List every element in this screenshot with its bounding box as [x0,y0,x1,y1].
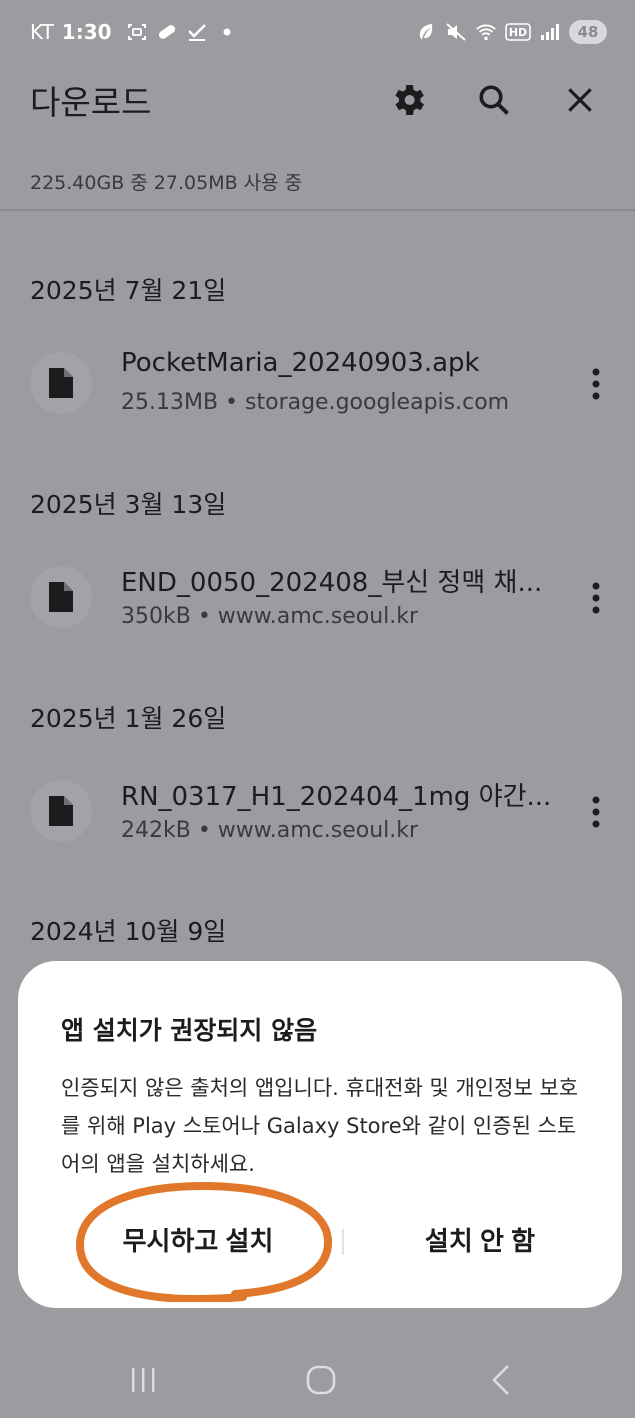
file-name: END_0050_202408_부신 정맥 채... [121,568,543,598]
app-bar: 다운로드 [0,64,635,136]
file-meta: 350kB • www.amc.seoul.kr [121,604,419,629]
carrier-label: KT [30,20,54,44]
list-item[interactable]: PocketMaria_20240903.apk 25.13MB • stora… [0,340,635,430]
date-header: 2025년 3월 13일 [30,490,227,519]
file-icon [30,780,92,842]
dialog-title: 앱 설치가 권장되지 않음 [61,1016,318,1045]
more-options-button[interactable] [580,572,612,624]
clock: 1:30 [61,20,112,44]
header-divider [0,209,635,211]
annotation-circle [75,1181,333,1302]
date-header: 2024년 10월 9일 [30,917,227,946]
search-icon [479,85,509,115]
file-icon [30,566,92,628]
dot-icon [216,21,238,43]
signal-icon [539,21,561,43]
dont-install-button[interactable]: 설치 안 함 [360,1209,600,1273]
more-options-button[interactable] [580,786,612,838]
recents-button[interactable] [118,1358,168,1402]
more-options-button[interactable] [580,358,612,410]
more-vert-icon [592,796,600,828]
home-icon [306,1365,336,1395]
hd-label: HD [508,25,528,39]
button-divider [342,1229,344,1255]
home-button[interactable] [296,1358,346,1402]
wifi-icon [475,21,497,43]
more-vert-icon [592,582,600,614]
recents-icon [132,1368,155,1392]
file-name: PocketMaria_20240903.apk [121,348,480,378]
battery-indicator: 48 [569,20,607,44]
file-meta: 242kB • www.amc.seoul.kr [121,818,419,843]
screenshot-icon [126,21,148,43]
search-button[interactable] [469,75,519,125]
hd-icon: HD [505,21,531,43]
date-header: 2025년 7월 21일 [30,276,227,305]
close-icon [568,88,592,112]
date-header: 2025년 1월 26일 [30,704,227,733]
storage-usage: 225.40GB 중 27.05MB 사용 중 [30,172,303,194]
navigation-bar [0,1340,635,1418]
dialog-message: 인증되지 않은 출처의 앱입니다. 휴대전화 및 개인정보 보호를 위해 Pla… [61,1076,579,1176]
mute-icon [445,21,467,43]
gear-icon [395,85,424,115]
status-bar: KT 1:30 HD 48 [0,0,635,64]
check-icon [186,21,208,43]
pill-icon [156,21,178,43]
leaf-icon [415,21,437,43]
list-item[interactable]: END_0050_202408_부신 정맥 채... 350kB • www.a… [0,554,635,644]
file-name: RN_0317_H1_202404_1mg 야간... [121,782,552,812]
file-icon [30,352,92,414]
list-item[interactable]: RN_0317_H1_202404_1mg 야간... 242kB • www.… [0,768,635,858]
page-title: 다운로드 [30,83,152,122]
more-vert-icon [592,368,600,400]
settings-button[interactable] [383,75,433,125]
back-button[interactable] [476,1358,526,1402]
back-icon [492,1365,509,1395]
file-meta: 25.13MB • storage.googleapis.com [121,390,510,415]
close-button[interactable] [555,75,605,125]
